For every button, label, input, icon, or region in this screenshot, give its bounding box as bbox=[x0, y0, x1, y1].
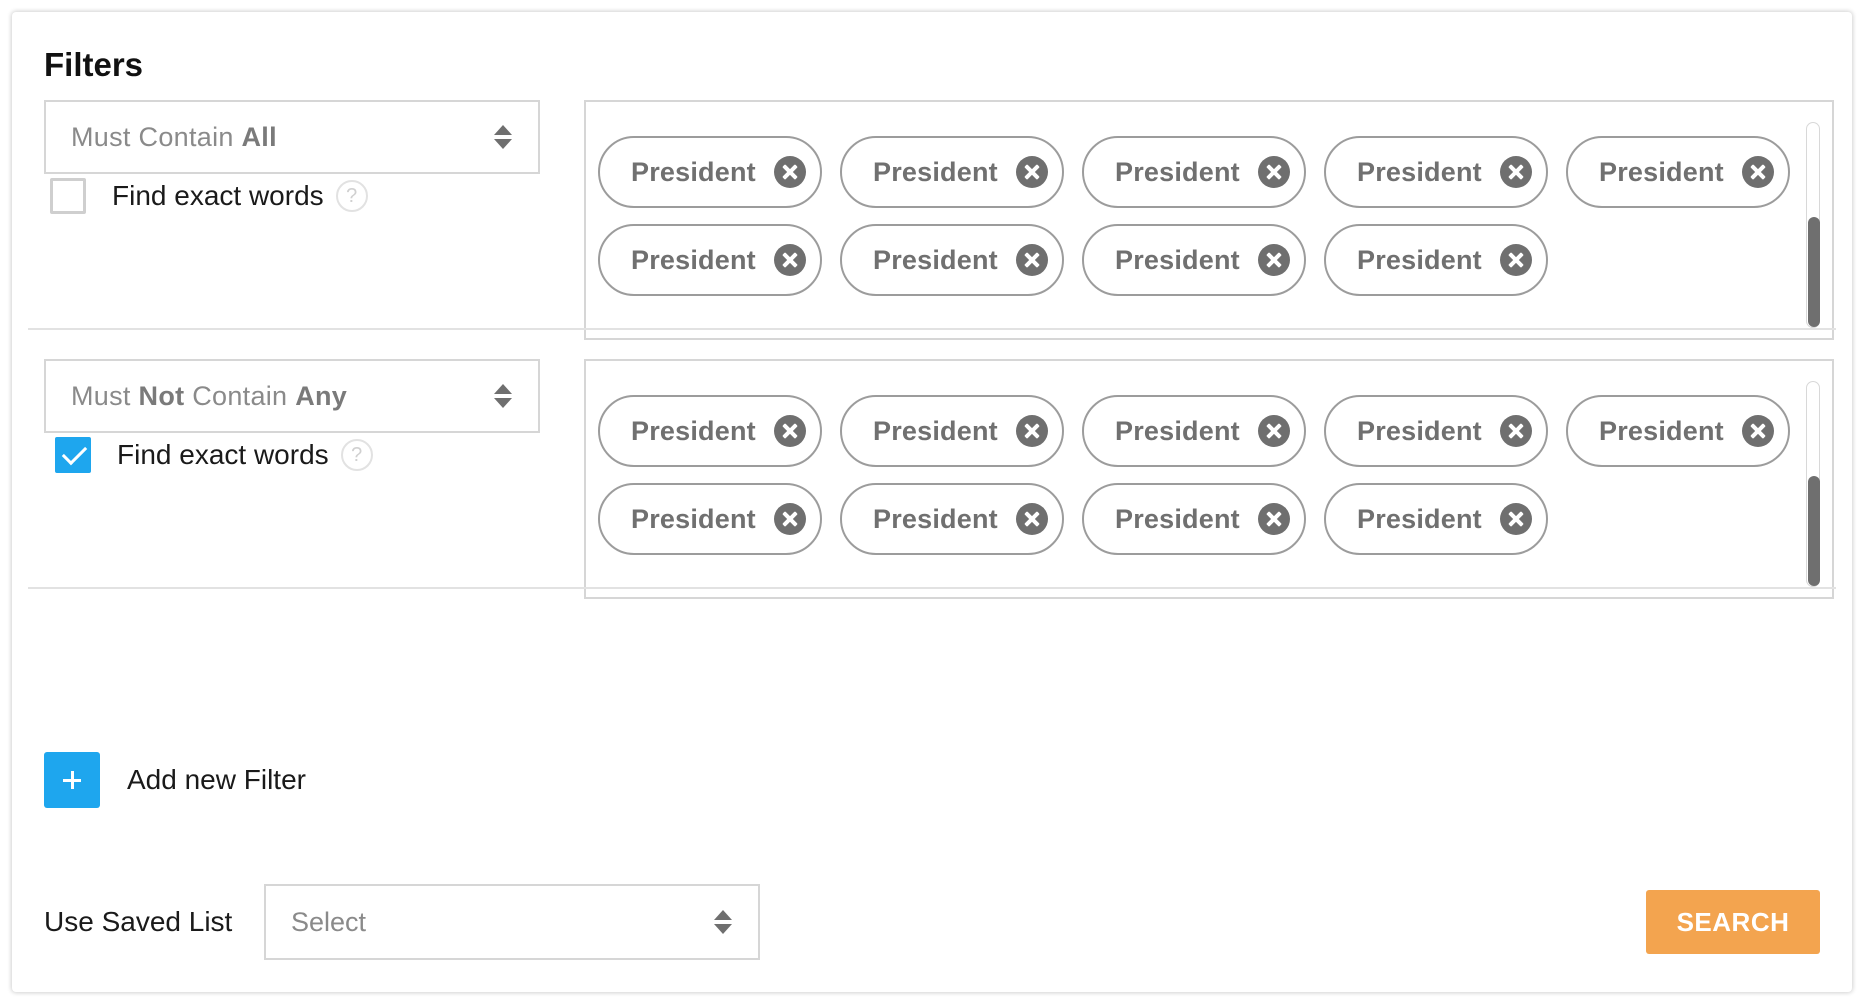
filters-panel: Filters Must Contain All Find exact word… bbox=[12, 12, 1852, 992]
remove-tag-icon[interactable] bbox=[1258, 503, 1290, 535]
scrollbar-thumb[interactable] bbox=[1808, 217, 1820, 327]
saved-list-placeholder: Select bbox=[291, 906, 367, 937]
tag-chip: President bbox=[1082, 483, 1306, 555]
help-icon[interactable]: ? bbox=[340, 439, 373, 471]
exact-words-label: Find exact words bbox=[117, 439, 329, 470]
help-icon[interactable]: ? bbox=[335, 180, 368, 212]
tag-chip: President bbox=[598, 395, 822, 467]
exact-words-checkbox[interactable] bbox=[55, 437, 91, 473]
tag-list: President President President President … bbox=[598, 395, 1798, 555]
sort-arrows-icon bbox=[494, 125, 512, 149]
tags-scrollbar[interactable] bbox=[1806, 122, 1820, 328]
tag-chip: President bbox=[598, 136, 822, 208]
sort-arrows-icon bbox=[494, 384, 512, 408]
remove-tag-icon[interactable] bbox=[1500, 503, 1532, 535]
tag-chip: President bbox=[1082, 136, 1306, 208]
search-button[interactable]: SEARCH bbox=[1646, 890, 1820, 954]
tag-chip: President bbox=[1082, 395, 1306, 467]
remove-tag-icon[interactable] bbox=[1016, 415, 1048, 447]
tags-scrollbar[interactable] bbox=[1806, 381, 1820, 587]
tag-chip: President bbox=[840, 483, 1064, 555]
exact-words-checkbox[interactable] bbox=[50, 178, 86, 214]
divider bbox=[28, 587, 1836, 589]
remove-tag-icon[interactable] bbox=[1742, 156, 1774, 188]
remove-tag-icon[interactable] bbox=[1258, 415, 1290, 447]
tag-chip: President bbox=[1324, 395, 1548, 467]
tag-chip: President bbox=[1566, 136, 1790, 208]
filter-mode-select-2[interactable]: Must Not Contain Any bbox=[44, 359, 540, 433]
remove-tag-icon[interactable] bbox=[774, 503, 806, 535]
scrollbar-thumb[interactable] bbox=[1808, 476, 1820, 586]
remove-tag-icon[interactable] bbox=[1500, 244, 1532, 276]
tag-chip: President bbox=[1324, 483, 1548, 555]
tag-chip: President bbox=[840, 136, 1064, 208]
tag-chip: President bbox=[1324, 136, 1548, 208]
divider bbox=[28, 328, 1836, 330]
remove-tag-icon[interactable] bbox=[1016, 244, 1048, 276]
find-exact-words-1[interactable]: Find exact words ? bbox=[50, 178, 368, 214]
tag-chip: President bbox=[598, 224, 822, 296]
saved-list-select[interactable]: Select bbox=[264, 884, 760, 960]
plus-icon[interactable] bbox=[44, 752, 100, 808]
filter-mode-text: Must Not Contain Any bbox=[71, 380, 348, 411]
remove-tag-icon[interactable] bbox=[774, 156, 806, 188]
tag-chip: President bbox=[1566, 395, 1790, 467]
remove-tag-icon[interactable] bbox=[1016, 156, 1048, 188]
tag-chip: President bbox=[1324, 224, 1548, 296]
remove-tag-icon[interactable] bbox=[774, 415, 806, 447]
tag-chip: President bbox=[1082, 224, 1306, 296]
tag-list: President President President President … bbox=[598, 136, 1798, 296]
filter-mode-text: Must Contain All bbox=[71, 121, 277, 152]
saved-list-label: Use Saved List bbox=[44, 906, 233, 937]
remove-tag-icon[interactable] bbox=[1500, 156, 1532, 188]
tag-chip: President bbox=[840, 224, 1064, 296]
find-exact-words-2[interactable]: Find exact words ? bbox=[50, 437, 373, 473]
add-new-filter[interactable]: Add new Filter bbox=[44, 752, 306, 808]
remove-tag-icon[interactable] bbox=[1016, 503, 1048, 535]
remove-tag-icon[interactable] bbox=[1258, 156, 1290, 188]
filter-mode-select-1[interactable]: Must Contain All bbox=[44, 100, 540, 174]
add-filter-label: Add new Filter bbox=[127, 764, 306, 795]
remove-tag-icon[interactable] bbox=[1500, 415, 1532, 447]
tag-chip: President bbox=[598, 483, 822, 555]
panel-title: Filters bbox=[44, 46, 144, 83]
tags-box-1: President President President President … bbox=[584, 100, 1834, 340]
remove-tag-icon[interactable] bbox=[774, 244, 806, 276]
tag-chip: President bbox=[840, 395, 1064, 467]
exact-words-label: Find exact words bbox=[112, 180, 324, 211]
tags-box-2: President President President President … bbox=[584, 359, 1834, 599]
sort-arrows-icon bbox=[714, 910, 732, 934]
remove-tag-icon[interactable] bbox=[1258, 244, 1290, 276]
remove-tag-icon[interactable] bbox=[1742, 415, 1774, 447]
